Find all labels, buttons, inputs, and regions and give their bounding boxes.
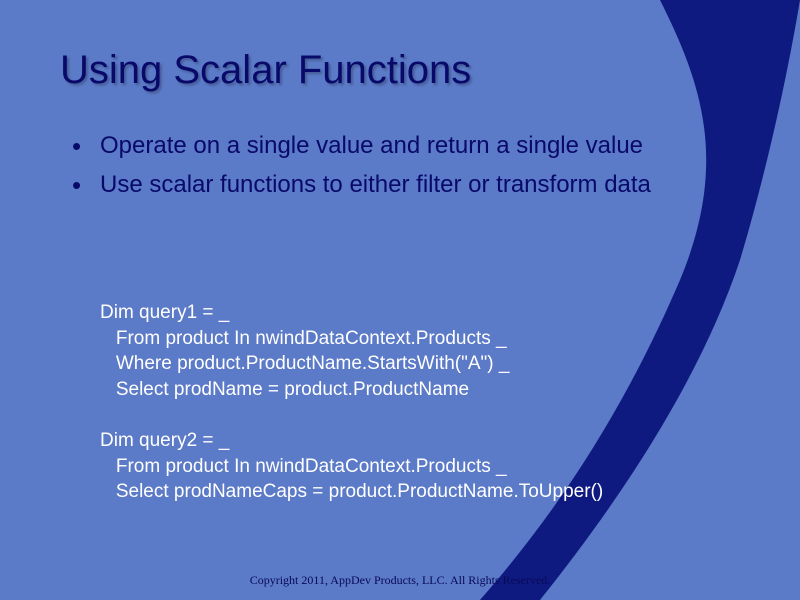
bullet-list: Operate on a single value and return a s…: [72, 130, 740, 208]
slide: Using Scalar Functions Operate on a sing…: [0, 0, 800, 600]
code-sample: Dim query1 = _ From product In nwindData…: [100, 300, 603, 505]
copyright-footer: Copyright 2011, AppDev Products, LLC. Al…: [0, 573, 800, 588]
slide-title: Using Scalar Functions: [60, 48, 471, 93]
bullet-item: Use scalar functions to either filter or…: [72, 169, 740, 200]
bullet-item: Operate on a single value and return a s…: [72, 130, 740, 161]
